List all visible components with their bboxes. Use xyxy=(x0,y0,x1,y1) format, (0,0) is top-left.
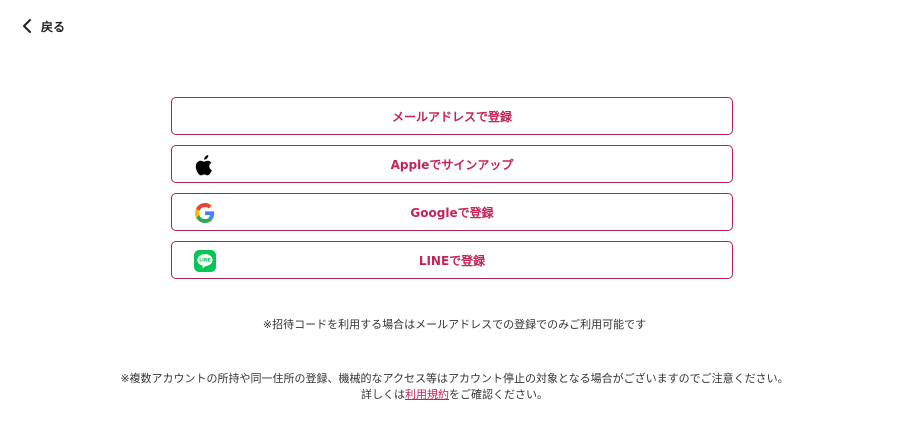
apple-signup-button[interactable]: Appleでサインアップ xyxy=(171,145,733,183)
google-signup-button[interactable]: Googleで登録 xyxy=(171,193,733,231)
terms-link[interactable]: 利用規約 xyxy=(405,388,449,401)
line-logo-text: LINE xyxy=(199,258,211,264)
line-signup-button[interactable]: LINE LINEで登録 xyxy=(171,241,733,279)
chevron-left-icon xyxy=(22,19,32,33)
terms-prefix: 詳しくは xyxy=(361,388,405,401)
apple-signup-label: Appleでサインアップ xyxy=(390,157,514,172)
apple-logo-icon xyxy=(194,154,216,176)
email-signup-label: メールアドレスで登録 xyxy=(391,109,512,124)
back-link[interactable]: 戻る xyxy=(22,17,65,35)
terms-suffix: をご確認ください。 xyxy=(449,388,548,401)
email-signup-button[interactable]: メールアドレスで登録 xyxy=(171,97,733,135)
google-logo-icon xyxy=(194,202,216,224)
account-warning-note: ※複数アカウントの所持や同一住所の登録、機械的なアクセス等はアカウント停止の対象… xyxy=(120,372,789,385)
line-signup-label: LINEで登録 xyxy=(418,253,486,268)
back-label: 戻る xyxy=(41,19,66,34)
terms-note: 詳しくは利用規約をご確認ください。 xyxy=(0,386,909,402)
line-logo-icon: LINE xyxy=(194,250,216,272)
invite-code-note: ※招待コードを利用する場合はメールアドレスでの登録でのみご利用可能です xyxy=(262,318,647,331)
google-signup-label: Googleで登録 xyxy=(410,205,494,220)
